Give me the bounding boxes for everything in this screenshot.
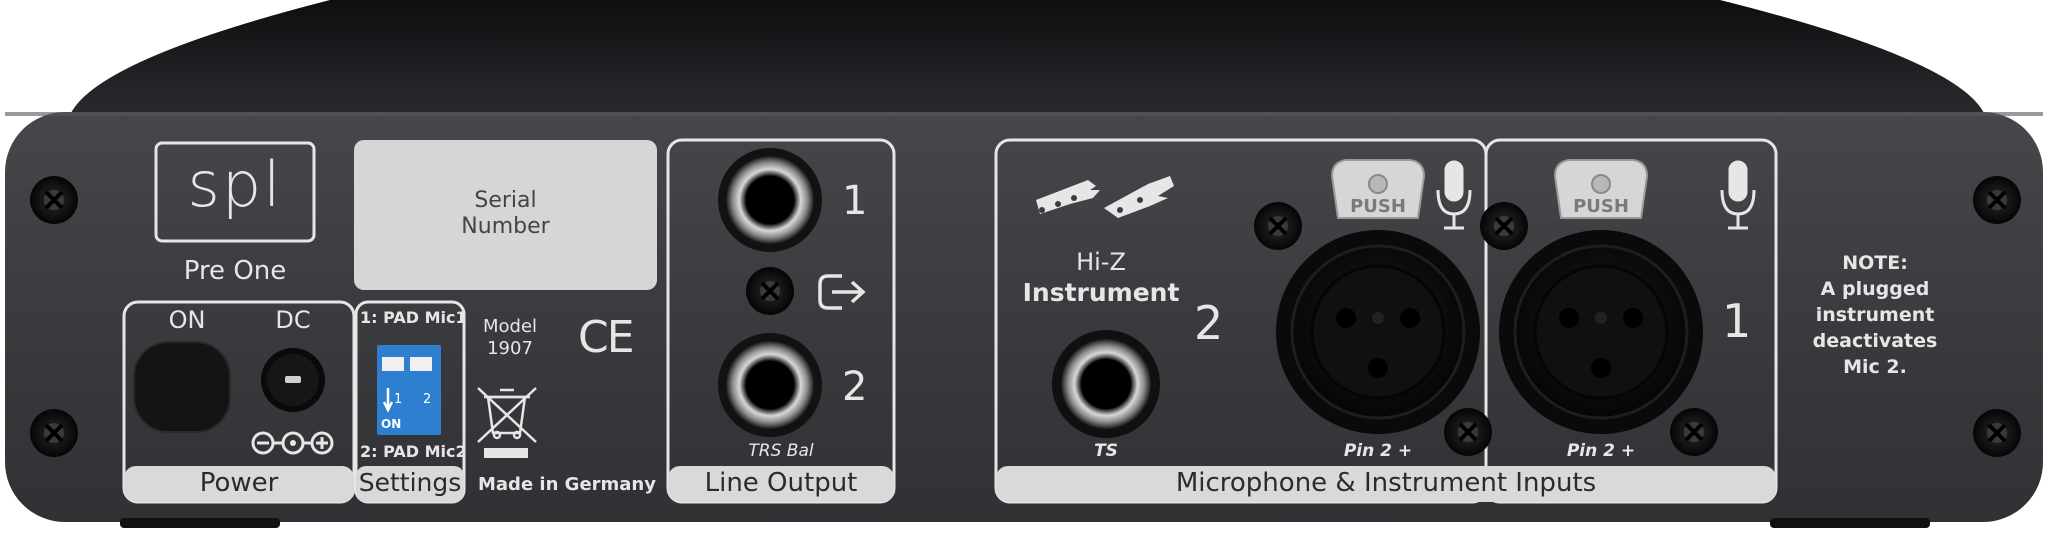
screw-icon: [1670, 408, 1718, 456]
instrument-label: Instrument: [1022, 278, 1180, 307]
power-section-label: Power: [199, 468, 279, 498]
line-output-jack-2[interactable]: [718, 333, 822, 437]
screw-icon: [746, 267, 794, 315]
made-in-germany: Made in Germany: [478, 474, 656, 495]
serial-label-line2: Number: [461, 214, 550, 239]
power-dc-label: DC: [275, 306, 311, 334]
foot-left: [120, 518, 280, 528]
note-line-1: A plugged: [1820, 278, 1930, 300]
note-title: NOTE:: [1842, 252, 1908, 274]
screw-icon: [1480, 202, 1528, 250]
line-output-jack-1[interactable]: [718, 148, 822, 252]
serial-label-line1: Serial: [474, 188, 537, 213]
xlr-input-2[interactable]: [1276, 230, 1480, 434]
inputs-section-label: Microphone & Instrument Inputs: [1175, 468, 1597, 498]
dip-1-label: 1: [394, 392, 403, 407]
channel-1-number: 1: [1722, 294, 1752, 348]
screw-icon: [1973, 409, 2021, 457]
settings-section-label: Settings: [358, 468, 462, 497]
power-button[interactable]: [133, 341, 231, 433]
screw-icon: [30, 409, 78, 457]
note-line-4: Mic 2.: [1843, 356, 1907, 378]
spl-logo: spl: [187, 148, 283, 221]
ts-label: TS: [1094, 441, 1118, 461]
product-name: Pre One: [183, 256, 287, 286]
line-output-section-label: Line Output: [704, 468, 858, 498]
pin-label-ch1: Pin 2 +: [1566, 441, 1636, 461]
dc-jack[interactable]: [261, 348, 325, 412]
hi-z-label: Hi-Z: [1076, 248, 1126, 276]
pin-label-ch2: Pin 2 +: [1343, 441, 1413, 461]
foot-right: [1770, 518, 1930, 528]
settings-switch1-label: 1: PAD Mic1: [360, 308, 467, 327]
screw-icon: [1973, 176, 2021, 224]
line-output-1-number: 1: [842, 178, 868, 224]
screw-icon: [1254, 202, 1302, 250]
model-label: Model: [482, 316, 538, 337]
push-label-1: PUSH: [1573, 196, 1629, 217]
dip-2-label: 2: [423, 392, 432, 407]
dip-on-label: ON: [381, 417, 402, 431]
hi-z-instrument-jack[interactable]: [1052, 330, 1160, 438]
ce-mark: CE: [578, 312, 635, 363]
weee-bar: [484, 448, 528, 458]
push-label-2: PUSH: [1350, 196, 1406, 217]
trs-bal-label: TRS Bal: [748, 441, 814, 461]
model-number: 1907: [487, 338, 533, 359]
screw-icon: [1444, 408, 1492, 456]
power-on-label: ON: [168, 306, 206, 334]
settings-switch2-label: 2: PAD Mic2: [360, 442, 467, 461]
note-line-2: instrument: [1815, 304, 1935, 326]
line-output-2-number: 2: [842, 364, 868, 410]
channel-2-number: 2: [1194, 296, 1224, 350]
note-line-3: deactivates: [1812, 330, 1938, 352]
xlr-input-1[interactable]: [1499, 230, 1703, 434]
screw-icon: [30, 176, 78, 224]
chassis-top: [70, 0, 1985, 115]
